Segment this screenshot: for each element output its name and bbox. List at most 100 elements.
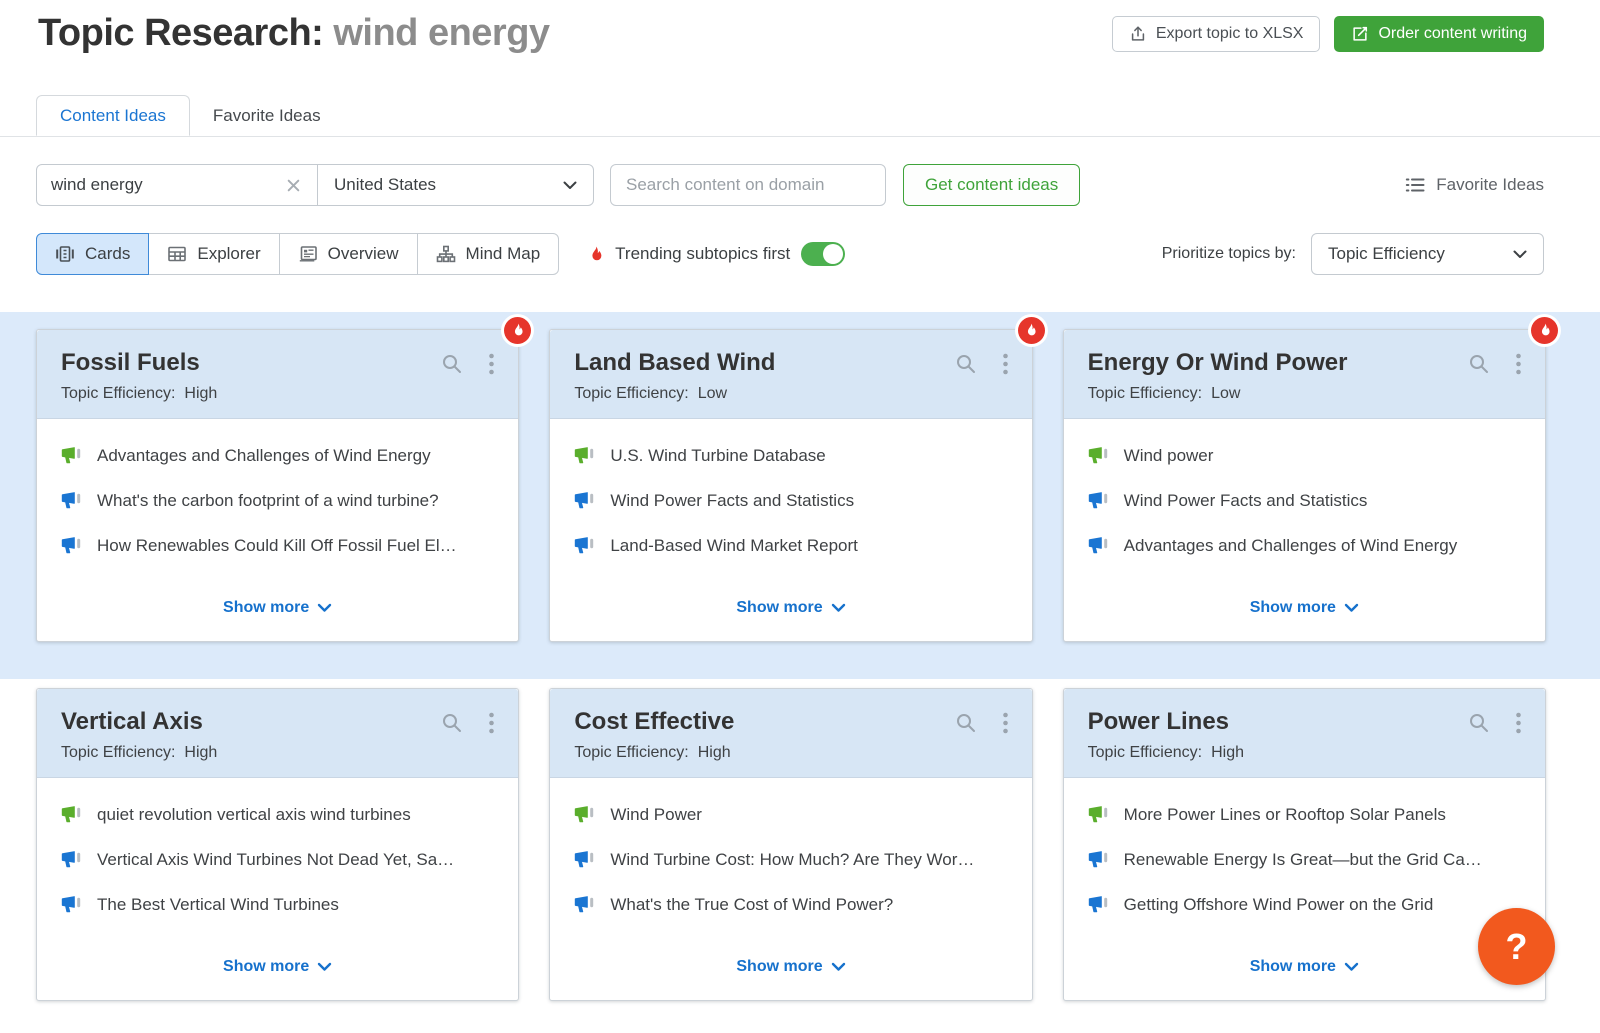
topic-efficiency-label: Topic Efficiency: — [574, 385, 688, 402]
order-content-writing-label: Order content writing — [1378, 25, 1527, 43]
card-title: Cost Effective — [574, 708, 954, 736]
view-explorer-button[interactable]: Explorer — [148, 233, 279, 275]
megaphone-icon — [1088, 851, 1109, 868]
content-idea-item[interactable]: quiet revolution vertical axis wind turb… — [61, 805, 494, 825]
tabs-bar: Content Ideas Favorite Ideas — [0, 95, 1600, 137]
trending-toggle[interactable] — [801, 242, 845, 266]
kebab-menu-icon[interactable] — [489, 353, 494, 375]
search-icon[interactable] — [1468, 353, 1490, 375]
topic-efficiency: Topic Efficiency:High — [61, 744, 494, 762]
idea-list: U.S. Wind Turbine Database Wind Power Fa… — [574, 446, 1007, 593]
kebab-menu-icon[interactable] — [1516, 353, 1521, 375]
content-idea-item[interactable]: Wind Turbine Cost: How Much? Are They Wo… — [574, 850, 1007, 870]
idea-list: Wind power Wind Power Facts and Statisti… — [1088, 446, 1521, 593]
content-idea-text: Advantages and Challenges of Wind Energy — [1124, 536, 1458, 556]
card-actions — [1468, 708, 1521, 734]
prioritize-label: Prioritize topics by: — [1162, 245, 1296, 263]
idea-list: quiet revolution vertical axis wind turb… — [61, 805, 494, 952]
search-icon[interactable] — [1468, 712, 1490, 734]
trending-fire-badge — [1018, 317, 1045, 344]
page-header: Topic Research:wind energy Export topic … — [0, 0, 1600, 55]
topic-efficiency-label: Topic Efficiency: — [574, 744, 688, 761]
domain-search-input[interactable] — [610, 164, 886, 206]
export-topic-button[interactable]: Export topic to XLSX — [1112, 16, 1321, 52]
chevron-down-icon — [1344, 962, 1359, 972]
content-idea-item[interactable]: Advantages and Challenges of Wind Energy — [1088, 536, 1521, 556]
content-idea-item[interactable]: What's the True Cost of Wind Power? — [574, 895, 1007, 915]
page-title-query: wind energy — [333, 12, 549, 54]
clear-icon[interactable] — [284, 176, 303, 195]
topic-efficiency-value: High — [184, 385, 217, 402]
favorite-ideas-link[interactable]: Favorite Ideas — [1405, 175, 1544, 195]
kebab-menu-icon[interactable] — [1516, 712, 1521, 734]
export-icon — [1129, 25, 1147, 43]
content-idea-text: Getting Offshore Wind Power on the Grid — [1124, 895, 1434, 915]
card-actions — [955, 708, 1008, 734]
content-idea-item[interactable]: The Best Vertical Wind Turbines — [61, 895, 494, 915]
megaphone-icon — [1088, 492, 1109, 509]
content-idea-text: Wind Power Facts and Statistics — [610, 491, 854, 511]
content-idea-item[interactable]: Land-Based Wind Market Report — [574, 536, 1007, 556]
content-idea-item[interactable]: Wind Power Facts and Statistics — [1088, 491, 1521, 511]
help-button[interactable]: ? — [1478, 908, 1555, 985]
topic-efficiency: Topic Efficiency:Low — [1088, 385, 1521, 403]
kebab-menu-icon[interactable] — [1003, 712, 1008, 734]
content-idea-text: What's the carbon footprint of a wind tu… — [97, 491, 439, 511]
show-more-link[interactable]: Show more — [574, 593, 1007, 625]
show-more-label: Show more — [736, 958, 822, 976]
idea-list: Wind Power Wind Turbine Cost: How Much? … — [574, 805, 1007, 952]
help-button-label: ? — [1506, 926, 1528, 968]
cards-view-icon — [55, 245, 75, 263]
tab-content-ideas[interactable]: Content Ideas — [36, 95, 190, 136]
content-idea-item[interactable]: Renewable Energy Is Great—but the Grid C… — [1088, 850, 1521, 870]
kebab-menu-icon[interactable] — [1003, 353, 1008, 375]
topic-card-vertical-axis: Vertical Axis Topic Efficiency:High quie… — [36, 688, 519, 1001]
topic-efficiency: Topic Efficiency:High — [61, 385, 494, 403]
megaphone-icon — [1088, 896, 1109, 913]
content-idea-item[interactable]: What's the carbon footprint of a wind tu… — [61, 491, 494, 511]
order-content-writing-button[interactable]: Order content writing — [1334, 16, 1544, 52]
kebab-menu-icon[interactable] — [489, 712, 494, 734]
trending-subtopics-control: Trending subtopics first — [588, 242, 845, 266]
content-idea-item[interactable]: Wind power — [1088, 446, 1521, 466]
toggle-knob — [823, 244, 843, 264]
view-overview-button[interactable]: Overview — [279, 233, 418, 275]
topic-efficiency: Topic Efficiency:High — [574, 744, 1007, 762]
trending-cards-grid: Fossil Fuels Topic Efficiency:High Advan… — [36, 329, 1546, 642]
card-body: Wind Power Wind Turbine Cost: How Much? … — [550, 778, 1031, 1000]
content-idea-item[interactable]: Advantages and Challenges of Wind Energy — [61, 446, 494, 466]
content-idea-item[interactable]: Getting Offshore Wind Power on the Grid — [1088, 895, 1521, 915]
keyword-input[interactable] — [51, 175, 284, 195]
trending-subtopics-label: Trending subtopics first — [615, 244, 790, 264]
view-cards-button[interactable]: Cards — [36, 233, 149, 275]
card-title: Power Lines — [1088, 708, 1468, 736]
show-more-link[interactable]: Show more — [574, 952, 1007, 984]
show-more-label: Show more — [223, 599, 309, 617]
search-icon[interactable] — [441, 712, 463, 734]
content-idea-item[interactable]: U.S. Wind Turbine Database — [574, 446, 1007, 466]
tab-favorite-ideas[interactable]: Favorite Ideas — [190, 95, 344, 136]
content-idea-item[interactable]: Wind Power Facts and Statistics — [574, 491, 1007, 511]
search-icon[interactable] — [955, 712, 977, 734]
show-more-link[interactable]: Show more — [61, 593, 494, 625]
show-more-link[interactable]: Show more — [1088, 593, 1521, 625]
content-idea-item[interactable]: How Renewables Could Kill Off Fossil Fue… — [61, 536, 494, 556]
search-icon[interactable] — [955, 353, 977, 375]
content-idea-item[interactable]: More Power Lines or Rooftop Solar Panels — [1088, 805, 1521, 825]
card-title: Energy Or Wind Power — [1088, 349, 1468, 377]
content-idea-text: Wind Power Facts and Statistics — [1124, 491, 1368, 511]
chevron-down-icon — [831, 603, 846, 613]
view-mindmap-button[interactable]: Mind Map — [417, 233, 560, 275]
show-more-link[interactable]: Show more — [1088, 952, 1521, 984]
idea-list: Advantages and Challenges of Wind Energy… — [61, 446, 494, 593]
show-more-link[interactable]: Show more — [61, 952, 494, 984]
topic-efficiency-value: High — [1211, 744, 1244, 761]
country-select[interactable]: United States — [317, 165, 593, 205]
search-icon[interactable] — [441, 353, 463, 375]
export-topic-label: Export topic to XLSX — [1156, 25, 1304, 43]
content-idea-item[interactable]: Wind Power — [574, 805, 1007, 825]
prioritize-select[interactable]: Topic Efficiency — [1311, 233, 1544, 275]
card-actions — [441, 708, 494, 734]
get-content-ideas-button[interactable]: Get content ideas — [903, 164, 1080, 206]
content-idea-item[interactable]: Vertical Axis Wind Turbines Not Dead Yet… — [61, 850, 494, 870]
